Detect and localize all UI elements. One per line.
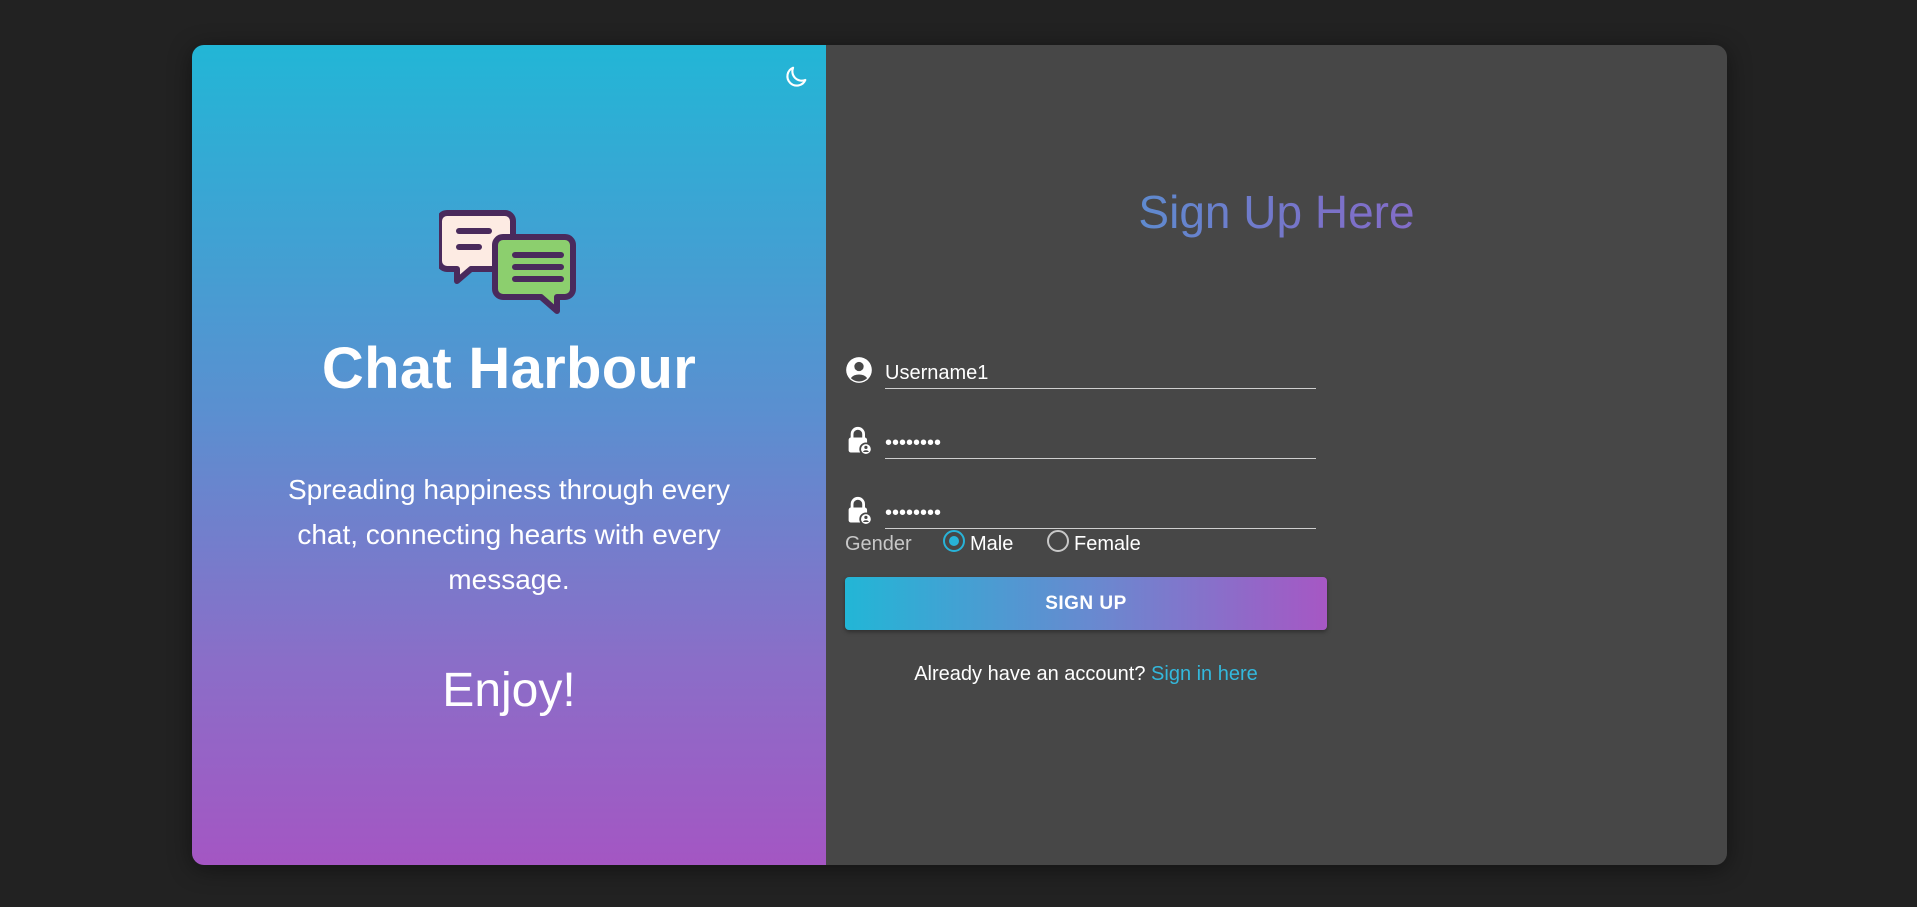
sign-in-link[interactable]: Sign in here bbox=[1151, 663, 1258, 685]
sign-up-button[interactable]: SIGN UP bbox=[845, 577, 1327, 630]
password-row bbox=[845, 426, 1316, 466]
gender-group: Gender Male Female bbox=[845, 525, 1325, 565]
signin-prompt-row: Already have an account? Sign in here bbox=[845, 663, 1327, 686]
gender-female-radio[interactable] bbox=[1047, 530, 1069, 552]
moon-icon[interactable] bbox=[782, 63, 810, 91]
username-row bbox=[845, 356, 1316, 396]
lock-icon bbox=[845, 496, 873, 526]
gender-male-label[interactable]: Male bbox=[970, 533, 1013, 556]
gender-male-radio[interactable] bbox=[943, 530, 965, 552]
lock-icon bbox=[845, 426, 873, 456]
chat-bubbles-icon bbox=[436, 205, 581, 315]
app-name: Chat Harbour bbox=[321, 336, 697, 401]
form-heading: Sign Up Here bbox=[826, 185, 1727, 239]
closing-text: Enjoy! bbox=[442, 664, 576, 717]
user-circle-icon bbox=[845, 356, 873, 386]
username-input[interactable] bbox=[885, 358, 1316, 389]
brand-panel: Chat Harbour Spreading happiness through… bbox=[192, 45, 826, 865]
gender-label: Gender bbox=[845, 533, 912, 555]
gender-female-label[interactable]: Female bbox=[1074, 533, 1141, 556]
password-input[interactable] bbox=[885, 428, 1316, 459]
tagline: Spreading happiness through every chat, … bbox=[287, 474, 731, 595]
signin-prompt: Already have an account? bbox=[914, 663, 1152, 685]
